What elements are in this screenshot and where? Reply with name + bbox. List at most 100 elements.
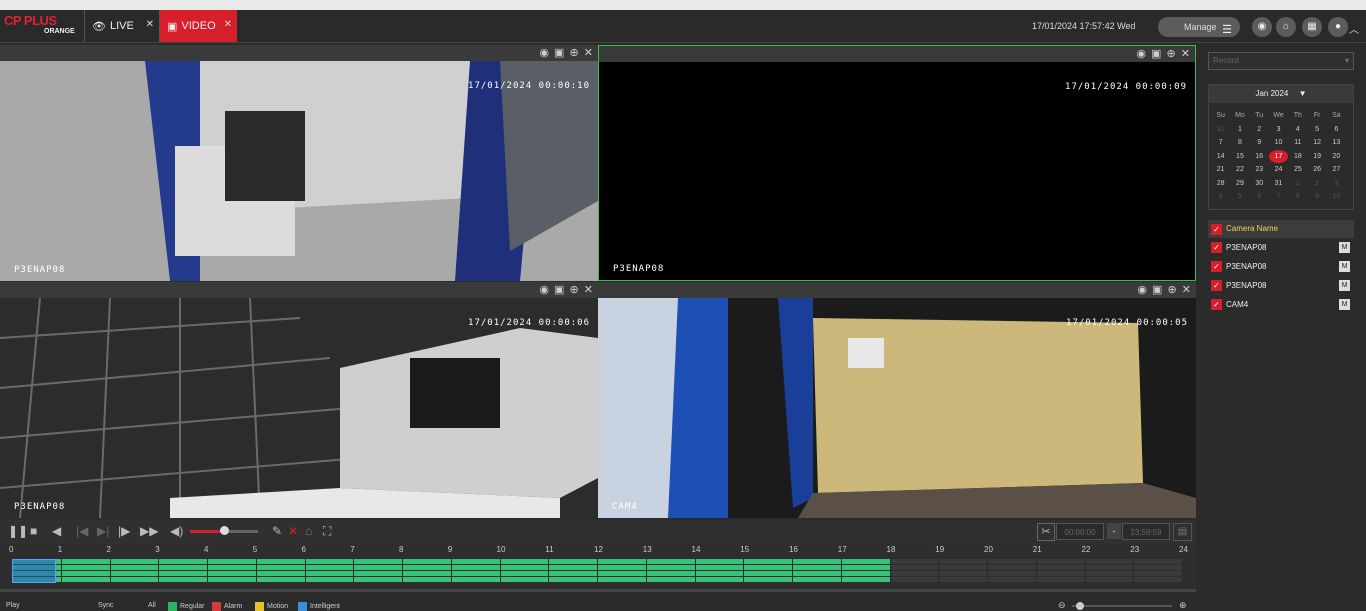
sync-label[interactable]: Sync xyxy=(98,602,114,609)
calendar-day[interactable]: 28 xyxy=(1211,177,1230,191)
user-icon[interactable]: ● xyxy=(1328,17,1348,37)
pin-icon[interactable]: ✎ xyxy=(272,524,282,538)
previous-frame-icon[interactable]: |◀ xyxy=(76,524,88,538)
zoom-out-icon[interactable]: ⊖ xyxy=(1058,600,1066,611)
chevron-up-icon[interactable]: ︿ xyxy=(1349,21,1359,36)
home-icon[interactable]: ⌂ xyxy=(1276,17,1296,37)
calendar-day[interactable]: 14 xyxy=(1211,150,1230,164)
calendar-day[interactable]: 20 xyxy=(1327,150,1346,164)
calendar-month[interactable]: Jan 2024 ▼ xyxy=(1209,85,1353,103)
checkbox-icon[interactable]: ✓ xyxy=(1211,261,1222,272)
main-stream-button[interactable]: M xyxy=(1339,261,1350,272)
legend-regular[interactable]: Regular xyxy=(168,602,205,611)
video-pane-3[interactable]: ◉ ▣ ⊕ ✕ 17/01/2024 00:00:06 P3ENAP08 xyxy=(0,282,598,518)
close-icon[interactable]: ✕ xyxy=(224,19,232,30)
calendar-day[interactable]: 26 xyxy=(1307,163,1326,177)
next-frame-icon[interactable]: ▶| xyxy=(97,524,109,538)
calendar-day[interactable]: 22 xyxy=(1230,163,1249,177)
calendar-day[interactable]: 8 xyxy=(1288,190,1307,204)
calendar-day[interactable]: 6 xyxy=(1327,123,1346,137)
checkbox-icon[interactable]: ✓ xyxy=(1211,280,1222,291)
clip-start-field[interactable]: 00:00:00 xyxy=(1056,523,1104,540)
calendar-day[interactable]: 27 xyxy=(1327,163,1346,177)
camera-item[interactable]: ✓ CAM4 M xyxy=(1208,295,1354,314)
calendar-day[interactable]: 13 xyxy=(1327,136,1346,150)
close-icon[interactable]: ✕ xyxy=(146,19,154,30)
camera-item[interactable]: ✓ P3ENAP08 M xyxy=(1208,238,1354,257)
timeline[interactable]: 0 1 2 3 4 5 6 7 8 9 10 11 12 13 14 15 16 17 18 19 20 21 22 23 24 xyxy=(0,544,1196,592)
manage-button[interactable]: Manage ☰ xyxy=(1158,17,1240,37)
tab-live[interactable]: 👁 LIVE ✕ xyxy=(84,10,160,42)
eye-icon[interactable]: ◉ xyxy=(1252,17,1272,37)
legend-intelligent[interactable]: Intelligent xyxy=(298,602,340,611)
calendar-day[interactable]: 5 xyxy=(1307,123,1326,137)
calendar-day[interactable]: 6 xyxy=(1250,190,1269,204)
calendar-day[interactable]: 2 xyxy=(1307,177,1326,191)
calendar-day[interactable]: 1 xyxy=(1288,177,1307,191)
calendar-day[interactable]: 2 xyxy=(1250,123,1269,137)
calendar-day[interactable]: 29 xyxy=(1230,177,1249,191)
calendar-day[interactable]: 11 xyxy=(1288,136,1307,150)
qr-code-icon[interactable]: ▦ xyxy=(1302,17,1322,37)
calendar-day[interactable]: 1 xyxy=(1230,123,1249,137)
legend-alarm[interactable]: Alarm xyxy=(212,602,242,611)
calendar-day[interactable]: 7 xyxy=(1211,136,1230,150)
calendar-day[interactable]: 15 xyxy=(1230,150,1249,164)
checkbox-icon[interactable]: ✓ xyxy=(1211,299,1222,310)
calendar-day[interactable]: 12 xyxy=(1307,136,1326,150)
main-stream-button[interactable]: M xyxy=(1339,242,1350,253)
calendar-day[interactable]: 31 xyxy=(1269,177,1288,191)
lock-icon[interactable]: ⌂ xyxy=(305,524,312,538)
all-label[interactable]: All xyxy=(148,602,156,609)
calendar-day[interactable]: 3 xyxy=(1269,123,1288,137)
playhead[interactable] xyxy=(12,559,56,583)
calendar-day[interactable]: 21 xyxy=(1211,163,1230,177)
video-pane-2[interactable]: ◉ ▣ ⊕ ✕ 17/01/2024 00:00:09 P3ENAP08 xyxy=(598,45,1196,281)
legend-motion[interactable]: Motion xyxy=(255,602,288,611)
calendar-day[interactable]: 19 xyxy=(1307,150,1326,164)
calendar-day[interactable]: 9 xyxy=(1250,136,1269,150)
tab-video[interactable]: ▣ VIDEO ✕ xyxy=(160,10,237,42)
stop-icon[interactable]: ■ xyxy=(30,524,37,538)
calendar-day[interactable]: 16 xyxy=(1250,150,1269,164)
pane-tools[interactable]: ◉ ▣ ⊕ ✕ xyxy=(539,283,594,296)
camera-list-header[interactable]: ✓ Camera Name xyxy=(1208,220,1354,238)
calendar-grid[interactable]: Su Mo Tu We Th Fr Sa 31 1 2 3 4 5 6 7 8 9 10 11 12 13 14 15 16 1… xyxy=(1211,109,1346,204)
checkbox-icon[interactable]: ✓ xyxy=(1211,224,1222,235)
calendar-day[interactable]: 4 xyxy=(1211,190,1230,204)
video-pane-4[interactable]: ◉ ▣ ⊕ ✕ 17/01/2024 00:00:05 CAM4 xyxy=(598,282,1196,518)
zoom-slider[interactable] xyxy=(1076,602,1084,610)
pause-icon[interactable]: ❚❚ xyxy=(8,524,28,538)
camera-item[interactable]: ✓ P3ENAP08 M xyxy=(1208,276,1354,295)
calendar-day[interactable]: 5 xyxy=(1230,190,1249,204)
calendar-day[interactable]: 4 xyxy=(1288,123,1307,137)
volume-icon[interactable]: ◀) xyxy=(170,524,183,538)
calendar-day[interactable]: 24 xyxy=(1269,163,1288,177)
pane-tools[interactable]: ◉ ▣ ⊕ ✕ xyxy=(1136,47,1191,60)
audio-off-icon[interactable]: ✕ xyxy=(288,524,298,538)
volume-slider[interactable] xyxy=(220,526,229,535)
save-icon[interactable]: ▤ xyxy=(1173,523,1192,541)
calendar-day[interactable]: 31 xyxy=(1211,123,1230,137)
checkbox-icon[interactable]: ✓ xyxy=(1211,242,1222,253)
zoom-in-icon[interactable]: ⊕ xyxy=(1179,600,1187,611)
clip-end-field[interactable]: 23:59:59 xyxy=(1122,523,1170,540)
fast-forward-icon[interactable]: ▶▶ xyxy=(140,524,158,538)
slow-icon[interactable]: |▶ xyxy=(118,524,130,538)
calendar-day[interactable]: 30 xyxy=(1250,177,1269,191)
fullscreen-icon[interactable]: ⛶ xyxy=(323,524,331,539)
video-pane-1[interactable]: ◉ ▣ ⊕ ✕ 17/01/2024 00:00:10 P3ENAP08 xyxy=(0,45,598,281)
camera-item[interactable]: ✓ P3ENAP08 M xyxy=(1208,257,1354,276)
scissors-icon[interactable]: ✂ xyxy=(1037,523,1055,541)
calendar-day[interactable]: 10 xyxy=(1327,190,1346,204)
calendar-day[interactable]: 10 xyxy=(1269,136,1288,150)
pane-tools[interactable]: ◉ ▣ ⊕ ✕ xyxy=(1137,283,1192,296)
calendar-day[interactable]: 23 xyxy=(1250,163,1269,177)
timeline-scrollbar[interactable] xyxy=(0,589,1196,592)
calendar-day[interactable]: 8 xyxy=(1230,136,1249,150)
record-type-select[interactable]: Record ▾ xyxy=(1208,52,1354,70)
reverse-play-icon[interactable]: ◀ xyxy=(52,524,61,538)
calendar-day[interactable]: 25 xyxy=(1288,163,1307,177)
calendar-day[interactable]: 3 xyxy=(1327,177,1346,191)
calendar-day[interactable]: 7 xyxy=(1269,190,1288,204)
